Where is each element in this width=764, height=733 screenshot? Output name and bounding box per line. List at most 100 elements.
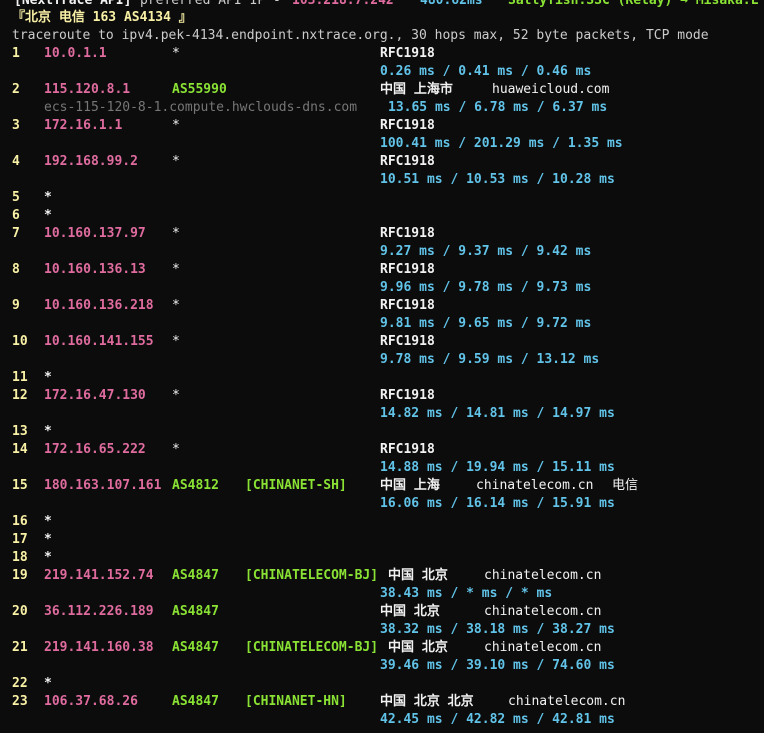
hop-number: 6 <box>12 208 20 223</box>
hop-rtt: 14.88 ms / 19.94 ms / 15.11 ms <box>380 460 615 475</box>
hop-rtt: 39.46 ms / 39.10 ms / 74.60 ms <box>380 658 615 673</box>
hop-host: chinatelecom.cn <box>476 478 594 493</box>
hop-number: 5 <box>12 190 20 205</box>
hop-geo: RFC1918 <box>380 334 435 349</box>
hop-host: huaweicloud.com <box>492 82 610 97</box>
hop-number: 14 <box>12 442 28 457</box>
latency: 480.62ms <box>420 0 483 8</box>
hop-asn: * <box>172 46 180 61</box>
hop-ip: 106.37.68.26 <box>44 694 138 709</box>
target-label: 『北京 电信 163 AS4134 』 <box>12 10 192 25</box>
hop-ip: 36.112.226.189 <box>44 604 154 619</box>
hop-number: 16 <box>12 514 28 529</box>
hop-timeout: * <box>44 370 52 385</box>
hop-asn: * <box>172 298 180 313</box>
hop-ip: 192.168.99.2 <box>44 154 138 169</box>
hop-rtt: 9.81 ms / 9.65 ms / 9.72 ms <box>380 316 592 331</box>
hop-host: chinatelecom.cn <box>508 694 626 709</box>
hop-rtt: 100.41 ms / 201.29 ms / 1.35 ms <box>380 136 623 151</box>
hop-ip: 219.141.160.38 <box>44 640 154 655</box>
hop-ip: 172.16.47.130 <box>44 388 146 403</box>
hop-ip: 10.160.137.97 <box>44 226 146 241</box>
hop-ip: 180.163.107.161 <box>44 478 162 493</box>
hop-asn: * <box>172 226 180 241</box>
hop-as-tag: [CHINATELECOM-BJ] <box>245 568 379 583</box>
hop-rtt: 10.51 ms / 10.53 ms / 10.28 ms <box>380 172 615 187</box>
hop-number: 1 <box>12 46 20 61</box>
hop-number: 17 <box>12 532 28 547</box>
hop-host: chinatelecom.cn <box>484 640 602 655</box>
trace-info-line: traceroute to ipv4.pek-4134.endpoint.nxt… <box>0 27 709 45</box>
relay-info: Sattyfish.SSC (Relay) → Misaka.L <box>508 0 759 8</box>
hop-asn: * <box>172 388 180 403</box>
hop-asn: * <box>172 118 180 133</box>
hop-timeout: * <box>44 550 52 565</box>
hop-rtt: 38.32 ms / 38.18 ms / 38.27 ms <box>380 622 615 637</box>
hop-geo: RFC1918 <box>380 118 435 133</box>
hop-timeout: * <box>44 208 52 223</box>
hop-number: 22 <box>12 676 28 691</box>
hop-geo: 中国 北京 北京 <box>380 694 474 709</box>
hop-geo: RFC1918 <box>380 388 435 403</box>
hop-timeout: * <box>44 190 52 205</box>
hop-number: 12 <box>12 388 28 403</box>
hop-geo: 中国 北京 <box>380 604 440 619</box>
hop-as-tag: [CHINANET-SH] <box>245 478 347 493</box>
preferred-ip: 103.218.7.242 <box>292 0 394 8</box>
hop-asn: * <box>172 154 180 169</box>
hop-rtt: 9.78 ms / 9.59 ms / 13.12 ms <box>380 352 600 367</box>
hop-number: 23 <box>12 694 28 709</box>
hop-number: 9 <box>12 298 20 313</box>
hop-ip: 10.160.141.155 <box>44 334 154 349</box>
hop-number: 4 <box>12 154 20 169</box>
hop-asn: * <box>172 262 180 277</box>
hop-rtt: 38.43 ms / * ms / * ms <box>380 586 553 601</box>
hop-isp: 电信 <box>612 478 639 493</box>
hop-number: 15 <box>12 478 28 493</box>
hop-geo: 中国 上海市 <box>380 82 453 97</box>
hop-asn: * <box>172 442 180 457</box>
hop-geo: 中国 上海 <box>380 478 440 493</box>
hop-number: 10 <box>12 334 28 349</box>
hop-number: 11 <box>12 370 28 385</box>
hop-rtt: 9.27 ms / 9.37 ms / 9.42 ms <box>380 244 592 259</box>
hop-ip: 172.16.65.222 <box>44 442 146 457</box>
hop-geo: 中国 北京 <box>388 640 448 655</box>
hop-geo: RFC1918 <box>380 226 435 241</box>
hop-asn: AS4847 <box>172 640 219 655</box>
hop-asn: * <box>172 334 180 349</box>
hop-geo: RFC1918 <box>380 262 435 277</box>
hop-ptr: ecs-115-120-8-1.compute.hwclouds-dns.com <box>44 100 358 115</box>
hop-number: 2 <box>12 82 20 97</box>
hop-asn: AS4847 <box>172 694 219 709</box>
hop-ip: 172.16.1.1 <box>44 118 123 133</box>
hop-as-tag: [CHINATELECOM-BJ] <box>245 640 379 655</box>
hop-number: 7 <box>12 226 20 241</box>
hop-number: 3 <box>12 118 20 133</box>
hop-asn: AS4847 <box>172 604 219 619</box>
terminal-window[interactable]: [NextTrace API] preferred API IP - 103.2… <box>0 0 764 733</box>
hop-rtt: 9.96 ms / 9.78 ms / 9.73 ms <box>380 280 592 295</box>
hop-number: 21 <box>12 640 28 655</box>
hop-ip: 10.0.1.1 <box>44 46 107 61</box>
hop-asn: AS4847 <box>172 568 219 583</box>
hop-number: 18 <box>12 550 28 565</box>
hop-timeout: * <box>44 532 52 547</box>
hop-rtt: 0.26 ms / 0.41 ms / 0.46 ms <box>380 64 592 79</box>
hop-timeout: * <box>44 514 52 529</box>
hop-timeout: * <box>44 676 52 691</box>
hop-geo: RFC1918 <box>380 154 435 169</box>
hop-timeout: * <box>44 424 52 439</box>
target-line: 『北京 电信 163 AS4134 』 <box>0 9 192 27</box>
hop-rtt: 42.45 ms / 42.82 ms / 42.81 ms <box>380 712 615 727</box>
hop-ip: 10.160.136.218 <box>44 298 154 313</box>
hop-host: chinatelecom.cn <box>484 604 602 619</box>
hop-number: 13 <box>12 424 28 439</box>
hop-number: 19 <box>12 568 28 583</box>
hop-ip: 10.160.136.13 <box>44 262 146 277</box>
hop-ip: 219.141.152.74 <box>44 568 154 583</box>
hop-geo: RFC1918 <box>380 298 435 313</box>
hop-rtt: 14.82 ms / 14.81 ms / 14.97 ms <box>380 406 615 421</box>
hop-as-tag: [CHINANET-HN] <box>245 694 347 709</box>
hop-geo: 中国 北京 <box>388 568 448 583</box>
